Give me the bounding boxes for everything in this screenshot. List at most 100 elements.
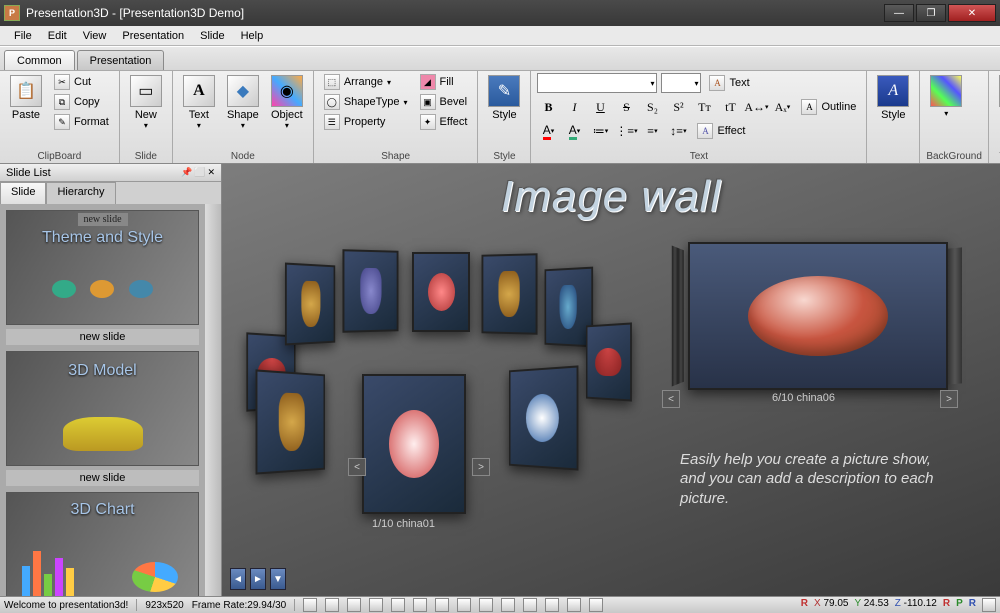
next-image-button[interactable]: > xyxy=(472,458,490,476)
paste-button[interactable]: 📋Paste xyxy=(6,73,46,123)
outline-icon: A xyxy=(801,99,817,115)
panel-close-icon[interactable]: ✕ xyxy=(207,167,215,178)
spacing-button[interactable]: A↔▾ xyxy=(745,97,767,117)
text-style2-button[interactable]: AStyle xyxy=(873,73,913,123)
status-r-icon: R xyxy=(801,598,808,612)
bullets-button[interactable]: ≔▾ xyxy=(589,121,611,141)
panel-pin-icon[interactable]: 📌 xyxy=(181,167,192,178)
slide-list-scrollbar[interactable] xyxy=(205,204,221,596)
status-tool-9-icon[interactable] xyxy=(479,598,493,612)
text-node-button[interactable]: AText▾ xyxy=(179,73,219,132)
menu-slide[interactable]: Slide xyxy=(192,28,232,44)
paste-icon: 📋 xyxy=(10,75,42,107)
theme-button[interactable]: 🎨 xyxy=(995,73,1000,111)
strike-button[interactable]: S xyxy=(615,97,637,117)
property-icon: ☰ xyxy=(324,114,340,130)
menu-presentation[interactable]: Presentation xyxy=(114,28,192,44)
slide-thumb-2[interactable]: 3D Model xyxy=(6,351,199,466)
status-tool-5-icon[interactable] xyxy=(391,598,405,612)
slide-thumb-1[interactable]: new slide Theme and Style xyxy=(6,210,199,325)
font-size-combo[interactable] xyxy=(661,73,701,93)
ribbon-group-slide: ▭New▾ Slide xyxy=(120,71,173,163)
close-button[interactable]: ✕ xyxy=(948,4,996,22)
canvas-prev-button[interactable]: ◄ xyxy=(230,568,246,590)
bold-button[interactable]: B xyxy=(537,97,559,117)
tab-slide[interactable]: Slide xyxy=(0,182,46,204)
menu-bar: File Edit View Presentation Slide Help xyxy=(0,26,1000,46)
clear-format-button[interactable]: Aₓ▾ xyxy=(771,97,793,117)
ribbon-group-text: AText B I U S S₂ S² Tᴛ tT A↔▾ Aₓ▾ AOutli… xyxy=(531,71,867,163)
menu-help[interactable]: Help xyxy=(233,28,272,44)
line-spacing-button[interactable]: ↕≡▾ xyxy=(667,121,689,141)
canvas-next-button[interactable]: ► xyxy=(250,568,266,590)
superscript-button[interactable]: S² xyxy=(667,97,689,117)
status-tool-2-icon[interactable] xyxy=(325,598,339,612)
format-button[interactable]: ✎Format xyxy=(50,113,113,131)
status-end-icon[interactable] xyxy=(982,598,996,612)
text-style-button[interactable]: AText xyxy=(705,74,753,92)
font-color-button[interactable]: A▾ xyxy=(537,121,559,141)
copy-button[interactable]: ⧉Copy xyxy=(50,93,113,111)
effect-icon: ✦ xyxy=(420,114,436,130)
status-tool-1-icon[interactable] xyxy=(303,598,317,612)
cut-button[interactable]: ✂Cut xyxy=(50,73,113,91)
minimize-button[interactable]: — xyxy=(884,4,914,22)
tab-presentation[interactable]: Presentation xyxy=(77,50,165,70)
canvas-down-button[interactable]: ▼ xyxy=(270,568,286,590)
align-left-button[interactable]: ≡▾ xyxy=(641,121,663,141)
shapetype-icon: ◯ xyxy=(324,94,340,110)
slide-thumbnails[interactable]: new slide Theme and Style new slide 3D M… xyxy=(0,204,205,596)
numbering-button[interactable]: ⋮≡▾ xyxy=(615,121,637,141)
new-slide-button[interactable]: ▭New▾ xyxy=(126,73,166,132)
style-button[interactable]: ✎Style xyxy=(484,73,524,123)
maximize-button[interactable]: ❐ xyxy=(916,4,946,22)
menu-view[interactable]: View xyxy=(75,28,115,44)
status-tool-3-icon[interactable] xyxy=(347,598,361,612)
menu-edit[interactable]: Edit xyxy=(40,28,75,44)
property-button[interactable]: ☰Property xyxy=(320,113,412,131)
bevel-icon: ▣ xyxy=(420,94,436,110)
carousel-next-button[interactable]: > xyxy=(940,390,958,408)
background-icon xyxy=(930,75,962,107)
shapetype-button[interactable]: ◯ShapeType▾ xyxy=(320,93,412,111)
status-tool-12-icon[interactable] xyxy=(545,598,559,612)
carousel-stack-right xyxy=(948,247,962,384)
shape-effect-button[interactable]: ✦Effect xyxy=(416,113,472,131)
status-tool-7-icon[interactable] xyxy=(435,598,449,612)
status-tool-13-icon[interactable] xyxy=(567,598,581,612)
italic-button[interactable]: I xyxy=(563,97,585,117)
slide-thumb-3[interactable]: 3D Chart xyxy=(6,492,199,596)
status-tool-8-icon[interactable] xyxy=(457,598,471,612)
status-tool-11-icon[interactable] xyxy=(523,598,537,612)
slide-canvas[interactable]: Image wall < > 1/10 china01 < > 6/10 chi… xyxy=(222,164,1000,596)
image-caption-2: 6/10 china06 xyxy=(772,392,835,404)
fill-button[interactable]: ◢Fill xyxy=(416,73,472,91)
smallcaps-button[interactable]: Tᴛ xyxy=(693,97,715,117)
object-node-button[interactable]: ◉Object▾ xyxy=(267,73,307,132)
status-tool-14-icon[interactable] xyxy=(589,598,603,612)
status-welcome: Welcome to presentation3d! xyxy=(4,600,128,611)
case-button[interactable]: tT xyxy=(719,97,741,117)
bevel-button[interactable]: ▣Bevel xyxy=(416,93,472,111)
status-tool-4-icon[interactable] xyxy=(369,598,383,612)
status-tool-6-icon[interactable] xyxy=(413,598,427,612)
text-effect-button[interactable]: AEffect xyxy=(693,122,749,140)
highlight-button[interactable]: A▾ xyxy=(563,121,585,141)
image-card xyxy=(412,252,470,332)
status-fps: Frame Rate:29.94/30 xyxy=(192,600,287,611)
tab-hierarchy[interactable]: Hierarchy xyxy=(46,182,115,204)
image-card xyxy=(342,249,398,333)
shape-node-button[interactable]: ◆Shape▾ xyxy=(223,73,263,132)
underline-button[interactable]: U xyxy=(589,97,611,117)
outline-button[interactable]: AOutline xyxy=(797,98,860,116)
background-button[interactable]: ▾ xyxy=(926,73,966,120)
carousel-prev-button[interactable]: < xyxy=(662,390,680,408)
panel-float-icon[interactable]: ⬜ xyxy=(194,167,205,178)
tab-common[interactable]: Common xyxy=(4,50,75,70)
font-family-combo[interactable] xyxy=(537,73,657,93)
prev-image-button[interactable]: < xyxy=(348,458,366,476)
menu-file[interactable]: File xyxy=(6,28,40,44)
status-tool-10-icon[interactable] xyxy=(501,598,515,612)
arrange-button[interactable]: ⬚Arrange▾ xyxy=(320,73,412,91)
subscript-button[interactable]: S₂ xyxy=(641,97,663,117)
